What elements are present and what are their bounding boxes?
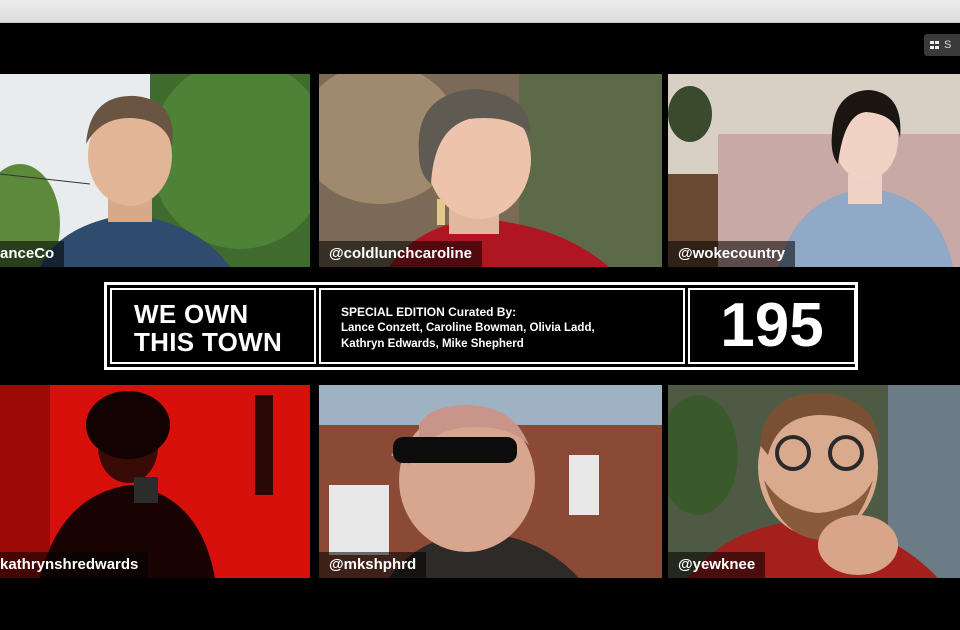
- participant-video-lance: [0, 74, 310, 267]
- participant-video-kathryn: [0, 385, 310, 578]
- grid-icon: [930, 40, 940, 50]
- participant-handle: @wokecountry: [668, 241, 796, 267]
- participant-video-caroline: [319, 74, 662, 267]
- video-tile-kathryn[interactable]: kathrynshredwards: [0, 385, 310, 578]
- curator-credits: SPECIAL EDITION Curated By: Lance Conzet…: [319, 288, 685, 364]
- participant-video-mike: [319, 385, 662, 578]
- participant-video-yewknee: [668, 385, 960, 578]
- credits-line-1: Lance Conzett, Caroline Bowman, Olivia L…: [341, 322, 595, 334]
- participant-handle: @coldlunchcaroline: [319, 241, 482, 267]
- participant-handle: anceCo: [0, 241, 65, 267]
- video-tile-olivia[interactable]: @wokecountry: [668, 74, 960, 267]
- video-tile-yewknee[interactable]: @yewknee: [668, 385, 960, 578]
- show-banner: WE OWN THIS TOWN SPECIAL EDITION Curated…: [104, 282, 858, 370]
- show-title-line-1: WE OWN: [134, 299, 249, 329]
- participant-handle: @yewknee: [668, 552, 766, 578]
- video-tile-lance[interactable]: anceCo: [0, 74, 310, 267]
- gallery-view-button[interactable]: S: [924, 34, 960, 56]
- gallery-view-label: S: [944, 39, 952, 51]
- participant-handle: @mkshphrd: [319, 552, 427, 578]
- episode-number: 195: [688, 288, 856, 364]
- participant-video-olivia: [668, 74, 960, 267]
- browser-top-bar: [0, 0, 960, 23]
- credits-heading: SPECIAL EDITION Curated By:: [341, 305, 517, 319]
- show-title-line-2: THIS TOWN: [134, 327, 283, 357]
- participant-handle: kathrynshredwards: [0, 552, 149, 578]
- credits-line-2: Kathryn Edwards, Mike Shepherd: [341, 338, 524, 350]
- video-tile-caroline[interactable]: @coldlunchcaroline: [319, 74, 662, 267]
- show-title: WE OWN THIS TOWN: [110, 288, 316, 364]
- video-tile-mike[interactable]: @mkshphrd: [319, 385, 662, 578]
